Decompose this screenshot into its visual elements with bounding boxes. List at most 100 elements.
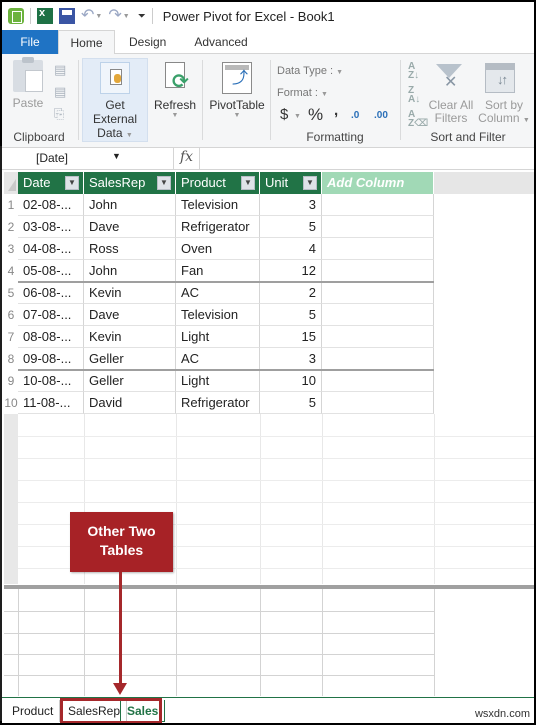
decrease-decimal-button[interactable]: .00 [374, 110, 388, 121]
row-header[interactable]: 5 [4, 282, 18, 304]
redo-icon[interactable]: ↷ [108, 8, 121, 24]
table-cell-add-column[interactable] [322, 326, 434, 348]
column-header-unit[interactable]: Unit ▼ [260, 172, 322, 194]
undo-dropdown-icon[interactable]: ▼ [95, 13, 102, 20]
table-cell-date[interactable]: 02-08-... [18, 194, 84, 216]
column-header-salesrep[interactable]: SalesRep ▼ [84, 172, 176, 194]
filter-dropdown-icon[interactable]: ▼ [157, 176, 171, 190]
table-cell-rep[interactable]: John [84, 260, 176, 282]
power-pivot-icon[interactable] [8, 8, 24, 24]
tab-advanced[interactable]: Advanced [180, 30, 261, 54]
sort-by-column-button[interactable]: Sort by Column ▼ [478, 99, 530, 127]
filter-dropdown-icon[interactable]: ▼ [65, 176, 79, 190]
column-header-product[interactable]: Product ▼ [176, 172, 260, 194]
copy-icon[interactable]: ▤ [54, 84, 70, 100]
table-cell-date[interactable]: 06-08-... [18, 282, 84, 304]
table-cell-add-column[interactable] [322, 370, 434, 392]
table-cell-unit[interactable]: 4 [260, 238, 322, 260]
table-cell-add-column[interactable] [322, 282, 434, 304]
row-header[interactable]: 1 [4, 194, 18, 216]
undo-icon[interactable]: ↶ [81, 8, 94, 24]
fx-icon[interactable]: fx [180, 149, 193, 165]
increase-decimal-button[interactable]: .0 [351, 110, 359, 121]
table-cell-add-column[interactable] [322, 260, 434, 282]
table-cell-date[interactable]: 07-08-... [18, 304, 84, 326]
table-cell-add-column[interactable] [322, 392, 434, 414]
table-cell-add-column[interactable] [322, 194, 434, 216]
row-header[interactable]: 8 [4, 348, 18, 370]
table-cell-product[interactable]: Light [176, 326, 260, 348]
table-cell-date[interactable]: 10-08-... [18, 370, 84, 392]
row-header[interactable]: 6 [4, 304, 18, 326]
redo-dropdown-icon[interactable]: ▼ [123, 13, 130, 20]
row-header[interactable]: 4 [4, 260, 18, 282]
table-tab-product[interactable]: Product [6, 700, 61, 722]
table-cell-product[interactable]: Fan [176, 260, 260, 282]
refresh-button[interactable]: Refresh ▼ [150, 62, 200, 119]
chevron-down-icon[interactable]: ▼ [112, 151, 121, 161]
table-cell-unit[interactable]: 2 [260, 282, 322, 304]
table-cell-rep[interactable]: Kevin [84, 282, 176, 304]
table-cell-rep[interactable]: Kevin [84, 326, 176, 348]
tab-design[interactable]: Design [115, 30, 180, 54]
table-cell-product[interactable]: Television [176, 194, 260, 216]
chevron-down-icon[interactable]: ▼ [294, 113, 301, 120]
customize-toolbar-icon[interactable]: ⏷ [138, 11, 146, 22]
row-header[interactable]: 9 [4, 370, 18, 392]
tab-file[interactable]: File [2, 30, 58, 54]
table-cell-product[interactable]: Television [176, 304, 260, 326]
save-icon[interactable] [59, 8, 75, 24]
table-cell-add-column[interactable] [322, 238, 434, 260]
row-header[interactable]: 7 [4, 326, 18, 348]
table-cell-unit[interactable]: 3 [260, 348, 322, 370]
row-header[interactable]: 3 [4, 238, 18, 260]
percent-format-button[interactable]: % [308, 105, 323, 125]
table-cell-date[interactable]: 04-08-... [18, 238, 84, 260]
add-column-header[interactable]: Add Column [322, 172, 434, 194]
table-cell-rep[interactable]: Geller [84, 348, 176, 370]
table-cell-date[interactable]: 08-08-... [18, 326, 84, 348]
excel-icon[interactable] [37, 7, 53, 24]
table-cell-unit[interactable]: 5 [260, 216, 322, 238]
table-cell-unit[interactable]: 10 [260, 370, 322, 392]
table-cell-add-column[interactable] [322, 348, 434, 370]
table-cell-rep[interactable]: Geller [84, 370, 176, 392]
table-cell-unit[interactable]: 3 [260, 194, 322, 216]
column-header-date[interactable]: Date ▼ [18, 172, 84, 194]
table-cell-date[interactable]: 03-08-... [18, 216, 84, 238]
sort-descending-icon[interactable]: Z A↓ [408, 86, 420, 105]
table-cell-product[interactable]: Light [176, 370, 260, 392]
table-cell-product[interactable]: Oven [176, 238, 260, 260]
table-cell-rep[interactable]: Dave [84, 216, 176, 238]
filter-dropdown-icon[interactable]: ▼ [241, 176, 255, 190]
sort-ascending-icon[interactable]: A Z↓ [408, 62, 419, 81]
paste-special-icon[interactable]: ⎘ [54, 106, 70, 122]
table-cell-add-column[interactable] [322, 216, 434, 238]
data-type-dropdown[interactable]: Data Type : ▼ [277, 65, 343, 77]
paste-button[interactable]: Paste [8, 57, 48, 110]
currency-format-button[interactable]: $ [280, 106, 288, 123]
format-dropdown[interactable]: Format : ▼ [277, 87, 328, 99]
table-cell-rep[interactable]: Ross [84, 238, 176, 260]
table-cell-date[interactable]: 05-08-... [18, 260, 84, 282]
table-cell-unit[interactable]: 15 [260, 326, 322, 348]
table-cell-unit[interactable]: 12 [260, 260, 322, 282]
table-cell-product[interactable]: Refrigerator [176, 216, 260, 238]
table-cell-add-column[interactable] [322, 304, 434, 326]
comma-format-button[interactable]: , [334, 102, 338, 119]
table-cell-date[interactable]: 09-08-... [18, 348, 84, 370]
table-cell-date[interactable]: 11-08-... [18, 392, 84, 414]
table-cell-rep[interactable]: Dave [84, 304, 176, 326]
cut-icon[interactable]: ▤ [54, 62, 70, 78]
tab-home[interactable]: Home [58, 30, 115, 55]
select-all-corner[interactable] [4, 172, 18, 194]
table-cell-rep[interactable]: John [84, 194, 176, 216]
pivottable-button[interactable]: PivotTable ▼ [206, 62, 268, 119]
table-cell-product[interactable]: Refrigerator [176, 392, 260, 414]
get-external-data-content[interactable]: Get External Data ▼ [82, 62, 148, 140]
filter-dropdown-icon[interactable]: ▼ [303, 176, 317, 190]
clear-all-filters-button[interactable]: Clear All Filters [426, 99, 476, 125]
table-cell-product[interactable]: AC [176, 282, 260, 304]
table-cell-rep[interactable]: David [84, 392, 176, 414]
table-cell-product[interactable]: AC [176, 348, 260, 370]
